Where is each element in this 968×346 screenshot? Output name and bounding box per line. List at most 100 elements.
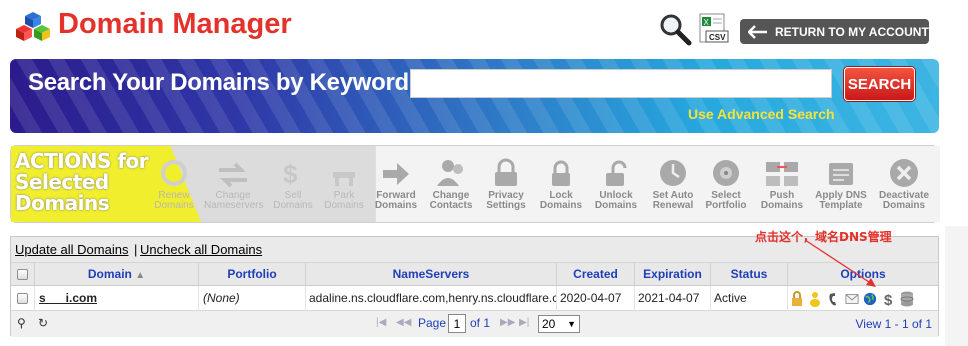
action-push-domains[interactable]: Push Domains: [753, 146, 811, 222]
next-page-icon[interactable]: ▶▶: [500, 317, 515, 328]
refresh-icon[interactable]: ↻: [38, 316, 48, 330]
expiration-value: 2021-04-07: [635, 286, 711, 311]
lock-icon: [552, 160, 570, 186]
portfolio-icon: [713, 160, 739, 186]
renew-icon: [161, 160, 187, 186]
action-label: Domains: [594, 200, 638, 211]
privacy-icon: [495, 158, 517, 186]
grid-pager: ⚲ ↻ |◀ ◀◀ Page of 1 ▶▶ ▶| 20 ▼ View 1 - …: [11, 311, 938, 337]
action-select-portfolio[interactable]: Select Portfolio: [697, 146, 755, 222]
chevron-down-icon: ▼: [567, 319, 576, 329]
actions-label: ACTIONS for Selected Domains: [15, 149, 149, 215]
actions-label-line: ACTIONS for: [15, 149, 149, 173]
action-privacy-settings[interactable]: Privacy Settings: [477, 146, 535, 222]
page-size-select[interactable]: 20 ▼: [538, 315, 580, 333]
phone-icon[interactable]: [827, 291, 841, 307]
uncheck-all-link[interactable]: Uncheck all Domains: [140, 242, 262, 257]
table-row: s i.com (None) adaline.ns.cloudflare.com…: [11, 286, 938, 311]
page-label: Page: [418, 316, 447, 330]
action-change-contacts[interactable]: Change Contacts: [422, 146, 480, 222]
lock-icon[interactable]: [790, 290, 804, 307]
page-title: Domain Manager: [58, 8, 292, 40]
actions-label-line: Selected: [15, 170, 109, 194]
page-edge: [945, 226, 968, 346]
push-icon: [766, 162, 798, 186]
return-button-label: RETURN TO MY ACCOUNT: [775, 24, 929, 39]
select-all-checkbox[interactable]: [17, 269, 28, 280]
search-heading: Search Your Domains by Keyword: [28, 69, 409, 96]
svg-text:$: $: [884, 292, 893, 307]
person-icon[interactable]: [808, 291, 822, 307]
page-size-value: 20: [542, 317, 556, 331]
action-renew-domains[interactable]: Renew Domains: [145, 146, 203, 222]
actions-label-line: Domains: [15, 191, 110, 215]
action-lock-domains[interactable]: Lock Domains: [532, 146, 590, 222]
sell-icon: $: [283, 159, 298, 188]
select-all-cell: [11, 263, 35, 286]
portfolio-value: (None): [199, 286, 306, 311]
search-icon[interactable]: ⚲: [17, 316, 26, 330]
action-label: Nameservers: [204, 200, 264, 211]
svg-text:$: $: [283, 159, 298, 188]
view-count: View 1 - 1 of 1: [855, 317, 933, 331]
nameservers-value: adaline.ns.cloudflare.com,henry.ns.cloud…: [306, 286, 557, 311]
action-unlock-domains[interactable]: Unlock Domains: [587, 146, 645, 222]
action-label: Domains: [154, 200, 194, 211]
action-label: Domains: [324, 200, 364, 211]
database-icon[interactable]: [900, 291, 914, 307]
search-button[interactable]: SEARCH: [844, 67, 915, 101]
domain-link[interactable]: s i.com: [35, 286, 199, 311]
csv-icon[interactable]: X CSV: [698, 13, 730, 45]
action-forward-domains[interactable]: Forward Domains: [367, 146, 425, 222]
prev-page-icon[interactable]: ◀◀: [396, 317, 411, 328]
advanced-search-link[interactable]: Use Advanced Search: [688, 106, 835, 122]
action-deactivate-domains[interactable]: Deactivate Domains: [875, 146, 933, 222]
created-value: 2020-04-07: [557, 286, 635, 311]
change-nameservers-icon: [219, 162, 247, 188]
action-label: Domains: [882, 200, 926, 211]
action-label: Template: [819, 200, 863, 211]
action-label: Domains: [539, 200, 583, 211]
row-options: $: [788, 286, 938, 311]
column-status[interactable]: Status: [711, 263, 788, 286]
action-label: Contacts: [429, 200, 473, 211]
last-page-icon[interactable]: ▶|: [519, 317, 529, 328]
action-apply-dns-template[interactable]: Apply DNS Template: [812, 146, 870, 222]
mail-icon[interactable]: [845, 291, 859, 307]
row-checkbox[interactable]: [17, 293, 28, 304]
action-sell-domains[interactable]: $ Sell Domains: [264, 146, 322, 222]
globe-dns-icon[interactable]: [863, 291, 877, 307]
row-select-cell: [11, 286, 35, 311]
column-domain[interactable]: Domain ▲: [35, 263, 199, 286]
action-label: Renewal: [652, 200, 694, 211]
action-label: Domains: [760, 200, 804, 211]
search-panel: Search Your Domains by Keyword SEARCH Us…: [10, 59, 939, 133]
search-input[interactable]: [410, 69, 832, 98]
unlock-icon: [606, 160, 627, 186]
magnifier-icon[interactable]: [658, 12, 692, 46]
arrow-left-icon: [748, 24, 767, 39]
first-page-icon[interactable]: |◀: [376, 317, 386, 328]
forward-icon: [383, 163, 409, 185]
grid-links-separator: |: [134, 242, 138, 257]
column-portfolio[interactable]: Portfolio: [199, 263, 306, 286]
logo-cubes-icon: [16, 12, 50, 41]
column-expiration[interactable]: Expiration: [635, 263, 711, 286]
column-nameservers[interactable]: NameServers: [306, 263, 557, 286]
page-input[interactable]: [448, 314, 466, 333]
dns-template-icon: [829, 163, 853, 185]
sort-icon: ▲: [135, 270, 146, 281]
csv-label: CSV: [709, 33, 726, 42]
action-label: Portfolio: [705, 200, 747, 211]
column-created[interactable]: Created: [557, 263, 635, 286]
action-park-domains[interactable]: Park Domains: [315, 146, 373, 222]
action-label: Domains: [374, 200, 418, 211]
update-all-link[interactable]: Update all Domains: [15, 242, 128, 257]
dollar-icon[interactable]: $: [882, 291, 896, 307]
action-set-auto-renewal[interactable]: Set Auto Renewal: [644, 146, 702, 222]
deactivate-icon: [890, 159, 918, 187]
action-change-nameservers[interactable]: Change Nameservers: [204, 146, 264, 222]
action-label: Domains: [273, 200, 313, 211]
return-to-account-button[interactable]: RETURN TO MY ACCOUNT: [740, 19, 929, 44]
annotation-arrow-icon: [804, 239, 876, 287]
